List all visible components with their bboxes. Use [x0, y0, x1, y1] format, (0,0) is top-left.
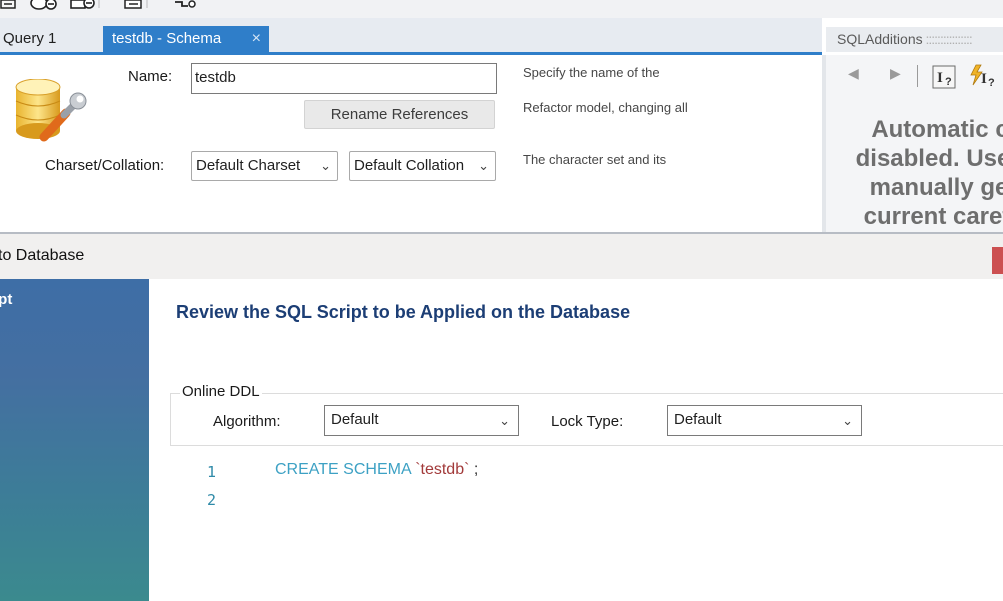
close-button[interactable]	[992, 247, 1003, 274]
editor-tab-strip: Query 1 testdb - Schema ×	[0, 18, 822, 55]
svg-text:I: I	[937, 70, 943, 86]
panel-grip: ::::::::::::::::	[922, 31, 972, 47]
main-toolbar	[0, 0, 1003, 18]
context-help-message: Automatic c disabled. Use manually ge cu…	[840, 115, 1003, 231]
dialog-content: Review the SQL Script to be Applied on t…	[149, 279, 1003, 601]
schema-database-icon	[14, 78, 88, 148]
new-schema-icon[interactable]	[30, 0, 58, 10]
chevron-down-icon: ⌄	[320, 158, 331, 173]
charset-hint: The character set and its	[523, 152, 667, 167]
collation-select[interactable]: Default Collation ⌄	[349, 151, 496, 181]
algorithm-select[interactable]: Default ⌄	[324, 405, 519, 436]
chevron-down-icon: ⌄	[478, 158, 489, 173]
help-message-line: current caret	[863, 203, 1003, 230]
lock-type-value: Default	[674, 411, 722, 428]
help-message-line: Automatic c	[871, 116, 1003, 143]
charset-collation-label: Charset/Collation:	[45, 157, 165, 174]
reconnect-icon[interactable]	[172, 0, 202, 10]
name-hint: Specify the name of the	[523, 65, 660, 80]
rename-references-button[interactable]: Rename References	[304, 100, 495, 129]
tab-testdb-schema[interactable]: testdb - Schema ×	[103, 26, 269, 52]
context-help-icon[interactable]: I?	[932, 65, 956, 92]
close-icon[interactable]: ×	[252, 26, 261, 52]
name-label: Name:	[128, 68, 173, 85]
algorithm-label: Algorithm:	[213, 413, 281, 430]
sql-additions-header: SQLAdditions ::::::::::::::::	[826, 27, 1003, 52]
tab-label: Query 1	[3, 30, 57, 47]
help-message-line: manually ge	[869, 174, 1003, 201]
auto-help-icon[interactable]: I?	[970, 63, 1000, 92]
new-table-icon[interactable]	[70, 0, 106, 10]
lock-type-label: Lock Type:	[551, 413, 624, 430]
charset-select[interactable]: Default Charset ⌄	[191, 151, 338, 181]
tab-label: testdb - Schema	[112, 30, 222, 47]
line-number: 1	[207, 463, 217, 481]
svg-text:?: ?	[988, 77, 995, 89]
sql-script-editor[interactable]: CREATE SCHEMA `testdb` ;	[275, 461, 478, 479]
sql-additions-panel: ◀ ▶ I? I? Automatic c disabled. Use manu…	[822, 55, 1003, 233]
help-message-line: disabled. Use	[855, 145, 1003, 172]
online-ddl-label: Online DDL	[180, 383, 262, 400]
schema-editor-panel: Name: testdb Rename References Charset/C…	[0, 55, 822, 233]
chevron-down-icon: ⌄	[842, 413, 853, 428]
tab-query-1[interactable]: Query 1	[0, 26, 93, 52]
line-number: 2	[207, 491, 217, 509]
sql-terminator: ;	[473, 461, 479, 478]
inspect-icon[interactable]	[124, 0, 158, 10]
svg-text:I: I	[981, 71, 987, 87]
dialog-title: to Database	[0, 247, 85, 264]
rename-hint: Refactor model, changing all	[523, 100, 688, 115]
forward-arrow-icon[interactable]: ▶	[890, 65, 901, 82]
sql-additions-title: SQLAdditions	[837, 31, 923, 47]
sql-keyword: CREATE SCHEMA	[275, 461, 411, 478]
wizard-step-sidebar: ipt	[0, 279, 149, 601]
dialog-title-bar[interactable]: to Database	[0, 234, 1003, 279]
lock-type-select[interactable]: Default ⌄	[667, 405, 862, 436]
schema-name-input[interactable]: testdb	[191, 63, 497, 94]
back-arrow-icon[interactable]: ◀	[848, 65, 859, 82]
algorithm-value: Default	[331, 411, 379, 428]
wizard-step-review-script: ipt	[0, 291, 13, 308]
svg-text:?: ?	[945, 76, 952, 88]
open-sql-script-icon[interactable]	[0, 0, 20, 10]
page-title: Review the SQL Script to be Applied on t…	[176, 302, 631, 322]
charset-value: Default Charset	[196, 157, 301, 174]
toolbar-separator	[917, 65, 918, 87]
sql-identifier: `testdb`	[415, 461, 470, 478]
collation-value: Default Collation	[354, 157, 465, 174]
chevron-down-icon: ⌄	[499, 413, 510, 428]
